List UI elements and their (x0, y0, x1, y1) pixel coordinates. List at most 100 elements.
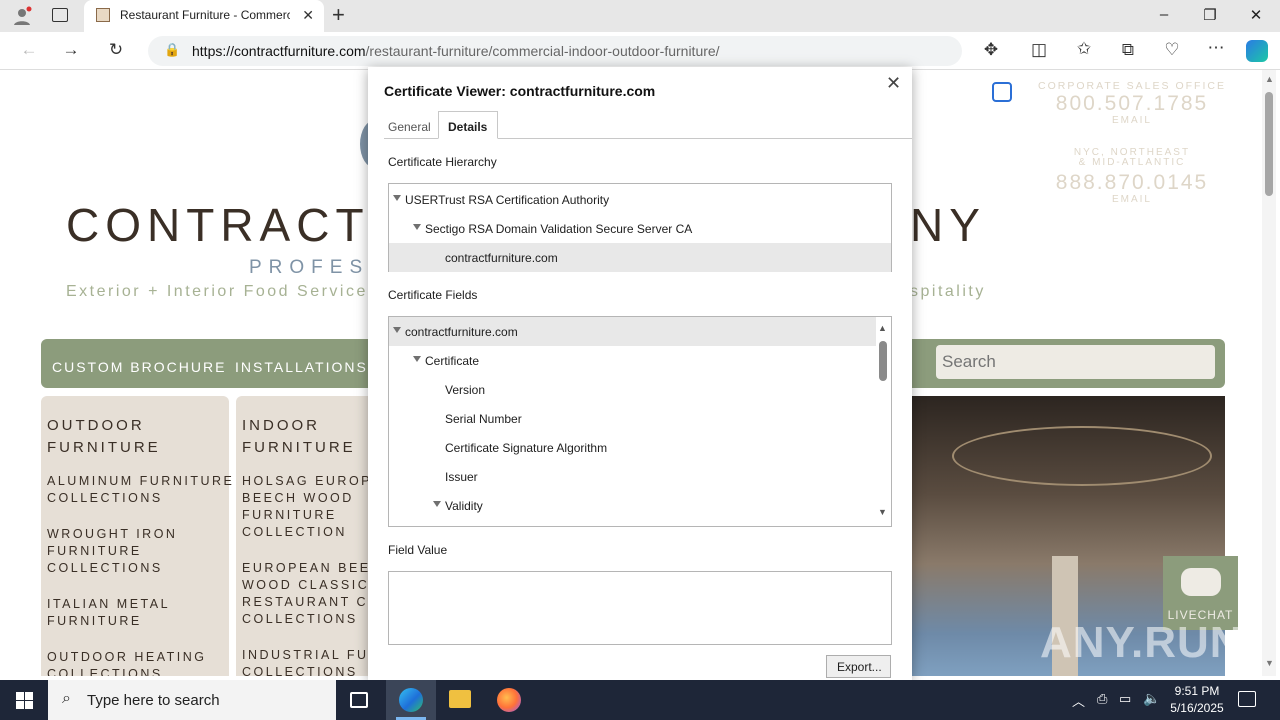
fields-scrollbar-thumb[interactable] (879, 341, 887, 381)
edge-taskbar-icon[interactable] (386, 680, 436, 720)
outdoor-item-line: COLLECTIONS (47, 491, 163, 505)
browser-tab[interactable]: Restaurant Furniture - Commercial ✕ (84, 0, 324, 32)
task-view-icon[interactable] (350, 692, 368, 708)
search-icon: ⌕ (62, 690, 71, 707)
expand-triangle-icon[interactable] (413, 224, 421, 230)
reload-icon[interactable]: ↻ (105, 40, 127, 60)
tray-chevron-icon[interactable]: ︿ (1072, 691, 1085, 710)
url-host: https://contractfurniture.com (192, 43, 366, 59)
indoor-item-line: COLLECTIONS (242, 612, 358, 626)
clock-date[interactable]: 5/16/2025 (1166, 701, 1228, 715)
field-item-label: Certificate Signature Algorithm (445, 441, 608, 455)
expand-triangle-icon[interactable] (393, 327, 401, 333)
export-button-label: Export... (837, 660, 882, 674)
fields-scroll-up-icon[interactable]: ▲ (878, 323, 887, 333)
region-phone[interactable]: 888.870.0145 (1034, 171, 1230, 195)
indoor-heading-line2[interactable]: FURNITURE (242, 437, 356, 459)
field-item-certificate[interactable]: Certificate (389, 346, 891, 375)
anyrun-watermark: ANY.RUN (1040, 618, 1243, 667)
outdoor-heading-line2[interactable]: FURNITURE (47, 437, 161, 459)
hierarchy-label: Certificate Hierarchy (388, 155, 497, 169)
hierarchy-item-intermediate[interactable]: Sectigo RSA Domain Validation Secure Ser… (389, 214, 891, 243)
taskbar-search-box[interactable]: ⌕ Type here to search (48, 680, 336, 720)
url-text[interactable]: https://contractfurniture.com/restaurant… (192, 43, 720, 59)
outdoor-item-line: COLLECTIONS (47, 561, 163, 575)
back-icon[interactable]: ← (18, 40, 40, 60)
indoor-item-line: BEECH WOOD (242, 491, 354, 505)
copilot-icon[interactable] (1246, 40, 1268, 62)
profile-icon[interactable] (12, 6, 32, 26)
office-phone[interactable]: 800.507.1785 (1034, 92, 1230, 116)
tab-actions-icon[interactable] (52, 8, 68, 22)
field-item-version[interactable]: Version (389, 375, 891, 404)
minimize-icon[interactable]: – (1154, 6, 1174, 23)
tab-close-icon[interactable]: ✕ (302, 7, 314, 24)
hierarchy-item-label: USERTrust RSA Certification Authority (405, 193, 610, 207)
fields-tree: contractfurniture.com Certificate Versio… (388, 316, 892, 527)
field-item-validity[interactable]: Validity (389, 491, 891, 520)
window-close-icon[interactable]: ✕ (1246, 6, 1266, 24)
indoor-item-european-beech[interactable]: EUROPEAN BEEC WOOD CLASSIC RESTAURANT CH… (242, 560, 382, 628)
field-item-signature-algorithm[interactable]: Certificate Signature Algorithm (389, 433, 891, 462)
taskbar-search-placeholder: Type here to search (87, 692, 220, 709)
region-email-link[interactable]: EMAIL (1034, 194, 1230, 205)
file-explorer-icon[interactable] (449, 690, 471, 708)
firefox-icon[interactable] (497, 688, 521, 712)
extensions-icon[interactable]: ✥ (980, 40, 1002, 60)
scroll-down-icon[interactable]: ▼ (1265, 658, 1274, 668)
export-button[interactable]: Export... (826, 655, 891, 678)
notifications-icon[interactable] (1238, 691, 1256, 707)
site-search-input[interactable] (936, 345, 1215, 379)
expand-triangle-icon[interactable] (393, 195, 401, 201)
indoor-item-line: WOOD CLASSIC (242, 578, 370, 592)
expand-triangle-icon[interactable] (413, 356, 421, 362)
tray-app-icon[interactable]: ⎙ (1097, 691, 1107, 707)
indoor-item-line: FURNITURE (242, 508, 337, 522)
hierarchy-item-label: contractfurniture.com (445, 251, 558, 265)
nav-installations[interactable]: INSTALLATIONS (235, 359, 368, 375)
field-item-root[interactable]: contractfurniture.com (389, 317, 876, 346)
indoor-heading-line1[interactable]: INDOOR (242, 415, 320, 437)
field-item-serial[interactable]: Serial Number (389, 404, 891, 433)
outdoor-item-line: ITALIAN METAL (47, 597, 171, 611)
office-email-link[interactable]: EMAIL (1034, 115, 1230, 126)
network-icon[interactable]: ▭ (1119, 691, 1131, 707)
split-screen-icon[interactable]: ◫ (1028, 40, 1050, 60)
forward-icon[interactable]: → (60, 40, 82, 60)
clock-time[interactable]: 9:51 PM (1166, 684, 1228, 698)
outdoor-item-heating[interactable]: OUTDOOR HEATING COLLECTIONS (47, 649, 207, 676)
field-item-issuer[interactable]: Issuer (389, 462, 891, 491)
visual-search-icon[interactable] (992, 82, 1012, 102)
hierarchy-item-root[interactable]: USERTrust RSA Certification Authority (389, 185, 891, 214)
outdoor-heading-line1[interactable]: OUTDOOR (47, 415, 145, 437)
tab-details[interactable]: Details (438, 111, 498, 139)
brand-name-left: CONTRACT (66, 199, 370, 251)
outdoor-item-aluminum[interactable]: ALUMINUM FURNITURE COLLECTIONS (47, 473, 234, 507)
field-value-label: Field Value (388, 543, 448, 557)
more-icon[interactable]: ⋯ (1205, 38, 1227, 58)
indoor-item-holsag[interactable]: HOLSAG EUROPE BEECH WOOD FURNITURE COLLE… (242, 473, 383, 541)
volume-icon[interactable]: 🔈 (1143, 690, 1160, 707)
outdoor-item-wrought-iron[interactable]: WROUGHT IRON FURNITURE COLLECTIONS (47, 526, 177, 577)
collections-icon[interactable]: ⧉ (1117, 40, 1139, 60)
address-bar[interactable]: 🔒 https://contractfurniture.com/restaura… (148, 36, 962, 66)
field-value-box[interactable] (388, 571, 892, 645)
new-tab-button[interactable]: + (332, 2, 345, 28)
tab-general[interactable]: General (388, 120, 431, 134)
favorites-icon[interactable]: ✩ (1073, 39, 1095, 59)
chat-bubble-icon (1181, 568, 1221, 596)
restore-icon[interactable]: ❐ (1200, 6, 1220, 24)
nav-custom-brochure[interactable]: CUSTOM BROCHURE (52, 359, 226, 375)
site-favicon-icon (96, 8, 110, 22)
hierarchy-item-leaf[interactable]: contractfurniture.com (389, 243, 891, 272)
scroll-up-icon[interactable]: ▲ (1265, 74, 1274, 84)
lock-icon[interactable]: 🔒 (164, 42, 180, 58)
field-item-label: Validity (445, 499, 483, 513)
outdoor-item-italian-metal[interactable]: ITALIAN METAL FURNITURE (47, 596, 170, 630)
page-scrollbar-thumb[interactable] (1265, 92, 1273, 196)
expand-triangle-icon[interactable] (433, 501, 441, 507)
fields-scroll-down-icon[interactable]: ▼ (878, 507, 887, 517)
windows-start-icon[interactable] (16, 692, 33, 709)
performance-icon[interactable]: ♡ (1161, 40, 1183, 60)
dialog-close-icon[interactable]: ✕ (886, 73, 901, 94)
